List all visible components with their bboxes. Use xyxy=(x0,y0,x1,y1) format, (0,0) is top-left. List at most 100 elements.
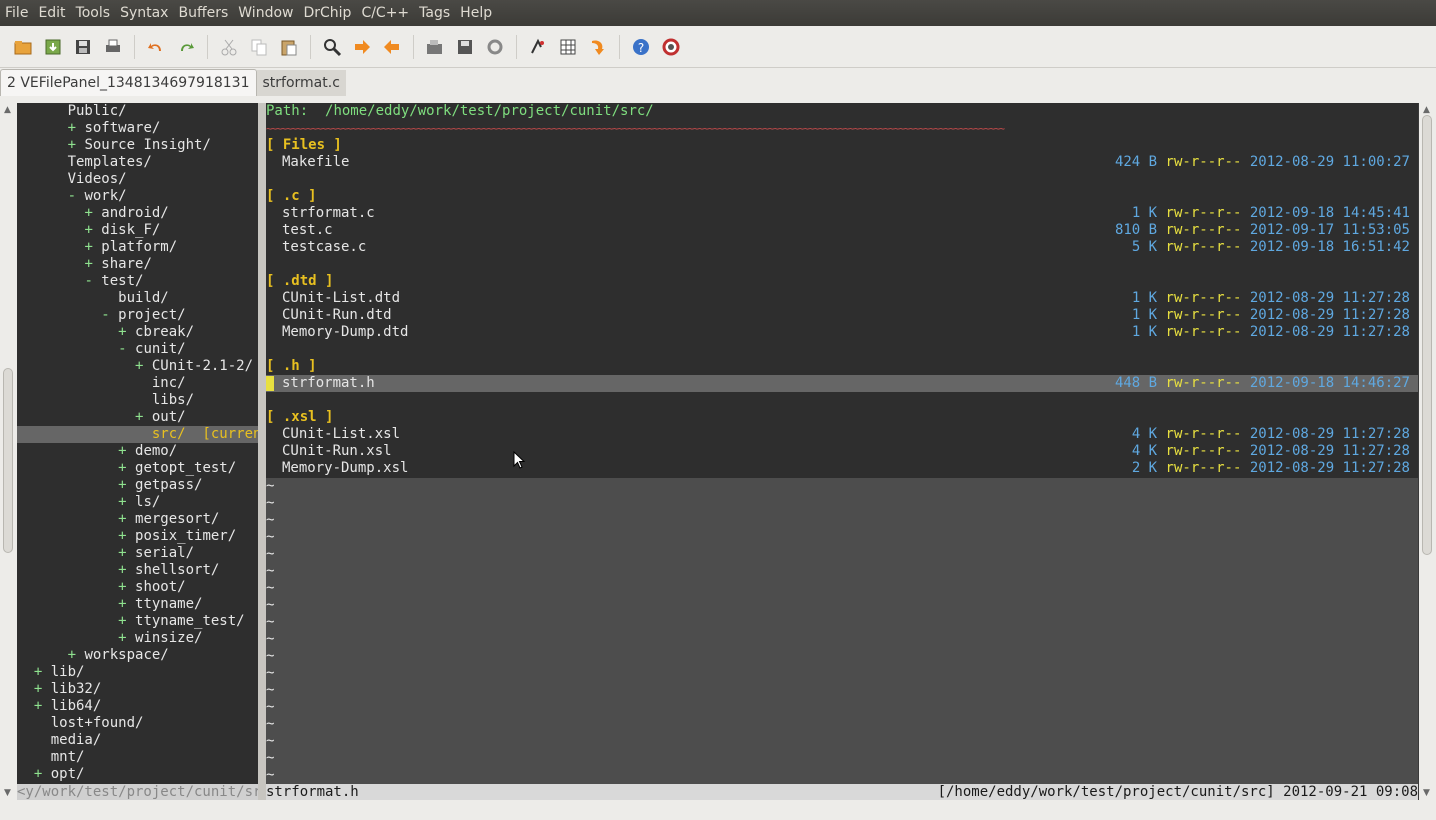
scroll-up-arrow-icon[interactable]: ▲ xyxy=(4,105,11,115)
file-name[interactable]: strformat.c xyxy=(282,205,375,222)
tree-expand-marker[interactable]: - xyxy=(101,307,118,323)
file-name[interactable]: CUnit-List.dtd xyxy=(282,290,400,307)
tree-expand-marker[interactable]: + xyxy=(118,460,135,476)
tree-item[interactable]: + ls/ xyxy=(17,494,258,511)
find-replace-icon[interactable] xyxy=(320,35,344,59)
load-session-icon[interactable] xyxy=(423,35,447,59)
tree-expand-marker[interactable]: + xyxy=(118,630,135,646)
menu-buffers[interactable]: Buffers xyxy=(173,0,233,26)
cut-icon[interactable] xyxy=(217,35,241,59)
tree-expand-marker[interactable]: + xyxy=(84,256,101,272)
tree-item[interactable]: + share/ xyxy=(17,256,258,273)
tree-expand-marker[interactable]: + xyxy=(68,647,85,663)
tree-expand-marker[interactable]: + xyxy=(118,579,135,595)
scroll-down-arrow-icon[interactable]: ▼ xyxy=(4,788,11,798)
file-row[interactable]: Makefile 424 B rw-r--r-- 2012-08-29 11:00… xyxy=(266,154,1418,171)
tree-item[interactable]: + lib32/ xyxy=(17,681,258,698)
save-all-icon[interactable] xyxy=(41,35,65,59)
jump-tag-icon[interactable] xyxy=(586,35,610,59)
run-script-icon[interactable] xyxy=(483,35,507,59)
tree-item[interactable]: + ttyname_test/ xyxy=(17,613,258,630)
left-scrollbar-thumb[interactable] xyxy=(3,368,13,553)
tree-expand-marker[interactable]: + xyxy=(84,239,101,255)
tree-expand-marker[interactable]: + xyxy=(84,222,101,238)
tree-expand-marker[interactable]: + xyxy=(34,681,51,697)
menu-help[interactable]: Help xyxy=(455,0,497,26)
tree-item[interactable]: + lib64/ xyxy=(17,698,258,715)
left-scrollbar[interactable]: ▲ ▼ xyxy=(0,103,17,800)
tree-expand-marker[interactable] xyxy=(51,171,68,187)
back-icon[interactable] xyxy=(380,35,404,59)
find-help-icon[interactable] xyxy=(659,35,683,59)
tree-item[interactable]: + posix_timer/ xyxy=(17,528,258,545)
tree-expand-marker[interactable]: + xyxy=(118,562,135,578)
tree-item[interactable]: Videos/ xyxy=(17,171,258,188)
tree-item[interactable]: + disk_F/ xyxy=(17,222,258,239)
file-row[interactable]: Memory-Dump.xsl 2 K rw-r--r-- 2012-08-29 … xyxy=(266,460,1418,477)
tree-expand-marker[interactable]: + xyxy=(118,511,135,527)
tree-item[interactable]: + platform/ xyxy=(17,239,258,256)
tree-expand-marker[interactable]: + xyxy=(118,477,135,493)
tree-item[interactable]: - test/ xyxy=(17,273,258,290)
tree-expand-marker[interactable]: + xyxy=(84,205,101,221)
redo-icon[interactable] xyxy=(174,35,198,59)
tree-expand-marker[interactable]: + xyxy=(118,596,135,612)
tree-item[interactable]: + serial/ xyxy=(17,545,258,562)
tree-expand-marker[interactable]: + xyxy=(34,664,51,680)
tree-expand-marker[interactable]: + xyxy=(68,120,85,136)
file-name[interactable]: Makefile xyxy=(282,154,349,171)
tree-item[interactable]: + getpass/ xyxy=(17,477,258,494)
tree-item[interactable]: + software/ xyxy=(17,120,258,137)
paste-icon[interactable] xyxy=(277,35,301,59)
file-row[interactable]: test.c 810 B rw-r--r-- 2012-09-17 11:53:0… xyxy=(266,222,1418,239)
tree-expand-marker[interactable]: - xyxy=(84,273,101,289)
tree-item[interactable]: build/ xyxy=(17,290,258,307)
tab-0[interactable]: 2 VEFilePanel_1348134697918131 xyxy=(0,69,257,96)
tree-item[interactable]: + getopt_test/ xyxy=(17,460,258,477)
file-name[interactable]: Memory-Dump.dtd xyxy=(282,324,408,341)
tree-item[interactable]: - work/ xyxy=(17,188,258,205)
tree-item[interactable]: + winsize/ xyxy=(17,630,258,647)
tree-expand-marker[interactable]: + xyxy=(68,137,85,153)
tree-item[interactable]: + ttyname/ xyxy=(17,596,258,613)
tree-item[interactable]: src/ [current xyxy=(17,426,258,443)
tree-expand-marker[interactable]: + xyxy=(135,409,152,425)
tree-item[interactable]: Public/ xyxy=(17,103,258,120)
file-name[interactable]: CUnit-Run.dtd xyxy=(282,307,392,324)
tree-expand-marker[interactable]: + xyxy=(135,358,152,374)
tree-item[interactable]: inc/ xyxy=(17,375,258,392)
table-icon[interactable] xyxy=(556,35,580,59)
right-scrollbar[interactable]: ▲ ▼ xyxy=(1419,103,1436,800)
tree-item[interactable]: lost+found/ xyxy=(17,715,258,732)
tree-expand-marker[interactable]: - xyxy=(118,341,135,357)
menu-syntax[interactable]: Syntax xyxy=(115,0,173,26)
forward-icon[interactable] xyxy=(350,35,374,59)
tree-item[interactable]: + Source Insight/ xyxy=(17,137,258,154)
file-row[interactable]: testcase.c 5 K rw-r--r-- 2012-09-18 16:51… xyxy=(266,239,1418,256)
tree-expand-marker[interactable]: - xyxy=(68,188,85,204)
tree-expand-marker[interactable]: + xyxy=(118,494,135,510)
help-icon[interactable]: ? xyxy=(629,35,653,59)
split-divider[interactable] xyxy=(258,103,266,784)
tree-expand-marker[interactable]: + xyxy=(118,528,135,544)
print-icon[interactable] xyxy=(101,35,125,59)
tree-expand-marker[interactable]: + xyxy=(34,766,51,782)
tree-item[interactable]: Templates/ xyxy=(17,154,258,171)
undo-icon[interactable] xyxy=(144,35,168,59)
menu-file[interactable]: File xyxy=(0,0,33,26)
tree-item[interactable]: + shellsort/ xyxy=(17,562,258,579)
tree-item[interactable]: - project/ xyxy=(17,307,258,324)
file-row[interactable]: CUnit-Run.xsl 4 K rw-r--r-- 2012-08-29 11… xyxy=(266,443,1418,460)
tree-item[interactable]: + out/ xyxy=(17,409,258,426)
file-row[interactable]: strformat.c 1 K rw-r--r-- 2012-09-18 14:4… xyxy=(266,205,1418,222)
tree-item[interactable]: + lib/ xyxy=(17,664,258,681)
file-row[interactable]: CUnit-Run.dtd 1 K rw-r--r-- 2012-08-29 11… xyxy=(266,307,1418,324)
tree-item[interactable]: + opt/ xyxy=(17,766,258,783)
file-name[interactable]: test.c xyxy=(282,222,333,239)
menu-tags[interactable]: Tags xyxy=(414,0,455,26)
tree-item[interactable]: + workspace/ xyxy=(17,647,258,664)
tree-item[interactable]: mnt/ xyxy=(17,749,258,766)
right-scrollbar-thumb[interactable] xyxy=(1422,115,1432,555)
make-icon[interactable] xyxy=(526,35,550,59)
file-name[interactable]: CUnit-Run.xsl xyxy=(282,443,392,460)
